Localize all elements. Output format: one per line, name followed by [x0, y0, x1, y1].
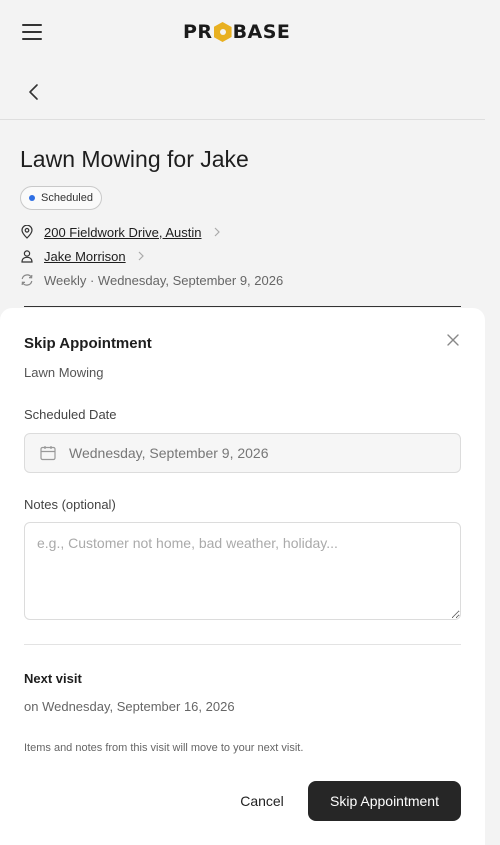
cancel-button[interactable]: Cancel — [228, 781, 296, 821]
back-row — [0, 64, 485, 120]
location-pin-icon — [21, 225, 33, 239]
scheduled-date-value: Wednesday, September 9, 2026 — [69, 445, 269, 461]
scheduled-date-label: Scheduled Date — [24, 407, 117, 422]
logo-hex-icon — [213, 22, 232, 42]
customer-link[interactable]: Jake Morrison — [44, 249, 126, 264]
notes-textarea[interactable] — [24, 522, 461, 620]
repeat-icon — [21, 274, 33, 286]
page-title: Lawn Mowing for Jake — [20, 146, 249, 172]
skip-appointment-modal: Skip Appointment Lawn Mowing Scheduled D… — [0, 308, 485, 845]
back-arrow-icon[interactable] — [24, 82, 44, 102]
modal-divider — [24, 644, 461, 645]
chevron-right-icon[interactable] — [212, 226, 222, 238]
logo-text-left: PR — [183, 21, 213, 43]
hamburger-menu-icon[interactable] — [22, 24, 42, 40]
section-divider — [24, 306, 461, 307]
next-visit-label: Next visit — [24, 671, 82, 686]
person-icon — [21, 250, 33, 263]
customer-row: Jake Morrison — [20, 246, 156, 266]
address-link[interactable]: 200 Fieldwork Drive, Austin — [44, 225, 202, 240]
notes-label: Notes (optional) — [24, 497, 116, 512]
probase-logo[interactable]: PR BASE — [183, 20, 290, 44]
status-badge: Scheduled — [20, 186, 102, 210]
scheduled-date-field: Wednesday, September 9, 2026 — [24, 433, 461, 473]
recurrence-row: Weekly · Wednesday, September 9, 2026 — [20, 270, 283, 290]
logo-text-right: BASE — [232, 21, 291, 43]
calendar-icon — [40, 446, 56, 461]
address-row: 200 Fieldwork Drive, Austin — [20, 222, 232, 242]
modal-title: Skip Appointment — [24, 335, 152, 352]
modal-subtitle: Lawn Mowing — [24, 365, 104, 380]
next-visit-date: on Wednesday, September 16, 2026 — [24, 699, 235, 714]
recurrence-text: Weekly · Wednesday, September 9, 2026 — [44, 272, 284, 288]
top-bar: PR BASE — [0, 0, 485, 64]
close-icon[interactable] — [445, 332, 461, 348]
chevron-right-icon[interactable] — [136, 250, 146, 262]
move-items-hint: Items and notes from this visit will mov… — [24, 742, 304, 754]
skip-appointment-button[interactable]: Skip Appointment — [308, 781, 461, 821]
